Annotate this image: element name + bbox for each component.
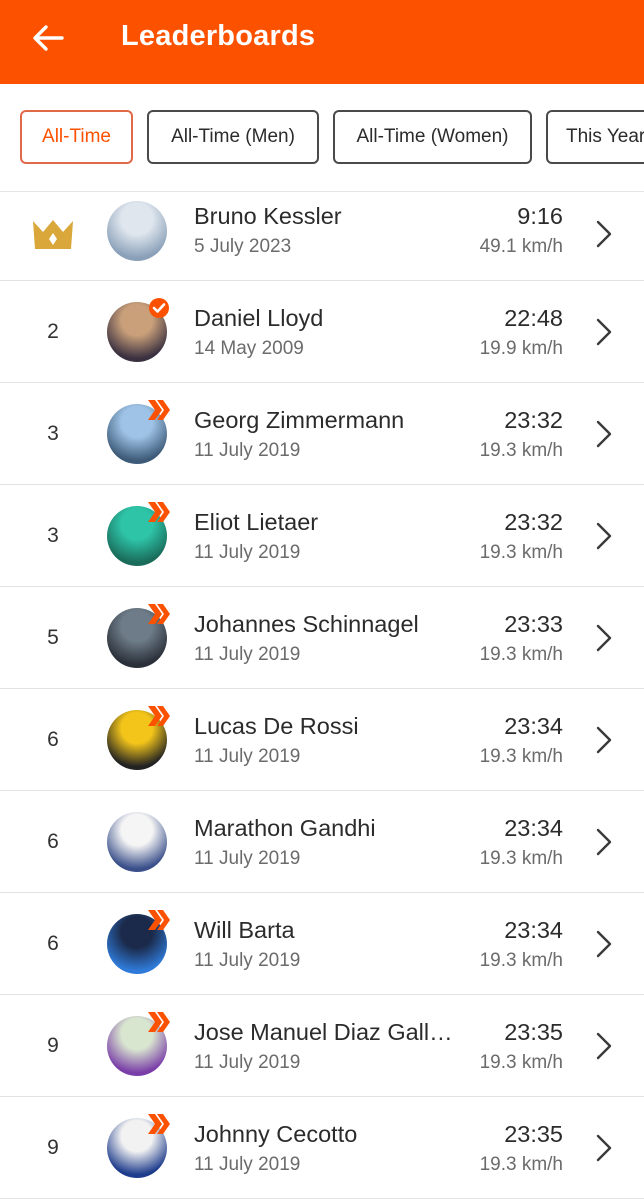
effort-time: 22:48 xyxy=(504,305,563,331)
leaderboard-list: Bruno Kessler 5 July 2023 9:16 49.1 km/h 2 Da… xyxy=(0,192,644,1199)
rank-number: 6 xyxy=(47,931,59,955)
athlete-name: Will Barta xyxy=(194,917,295,943)
subscriber-chevron-icon xyxy=(147,1011,171,1033)
leaderboard-row[interactable]: 3 Georg Zimmermann 11 July 2019 23:32 19.3 k… xyxy=(0,383,644,485)
effort-time: 23:34 xyxy=(504,917,563,943)
chevron-right-icon[interactable] xyxy=(594,521,614,551)
effort-time: 23:32 xyxy=(504,509,563,535)
effort-date: 11 July 2019 xyxy=(194,746,301,767)
athlete-name: Georg Zimmermann xyxy=(194,407,405,433)
effort-date: 11 July 2019 xyxy=(194,848,301,869)
filter-chip-all-time-men[interactable]: All-Time (Men) xyxy=(147,110,319,164)
effort-time: 23:34 xyxy=(504,713,563,739)
back-button[interactable] xyxy=(26,18,70,58)
athlete-name: Daniel Lloyd xyxy=(194,305,324,331)
rank-number: 6 xyxy=(47,829,59,853)
rank-number: 5 xyxy=(47,625,59,649)
effort-time: 9:16 xyxy=(517,203,563,229)
athlete-name: Eliot Lietaer xyxy=(194,509,319,535)
subscriber-chevron-icon xyxy=(147,501,171,523)
effort-speed: 19.3 km/h xyxy=(479,950,563,971)
athlete-name: Johnny Cecotto xyxy=(194,1121,358,1147)
subscriber-chevron-icon xyxy=(147,909,171,931)
rank-number xyxy=(20,192,86,280)
effort-time: 23:32 xyxy=(504,407,563,433)
effort-speed: 19.9 km/h xyxy=(479,338,563,359)
chevron-right-icon[interactable] xyxy=(594,317,614,347)
leaderboard-row[interactable]: 6 Will Barta 11 July 2019 23:34 19.3 km/h xyxy=(0,893,644,995)
effort-time: 23:35 xyxy=(504,1019,563,1045)
arrow-left-icon xyxy=(33,25,64,51)
rank-number: 3 xyxy=(47,523,59,547)
effort-speed: 19.3 km/h xyxy=(479,644,563,665)
effort-speed: 19.3 km/h xyxy=(479,440,563,461)
effort-time: 23:35 xyxy=(504,1121,563,1147)
effort-time: 23:33 xyxy=(504,611,563,637)
athlete-name: Lucas De Rossi xyxy=(194,713,359,739)
subscriber-chevron-icon xyxy=(147,399,171,421)
athlete-name: Johannes Schinnagel xyxy=(194,611,419,637)
rank-number: 9 xyxy=(47,1033,59,1057)
chevron-right-icon[interactable] xyxy=(594,1133,614,1163)
rank-number: 2 xyxy=(47,319,59,343)
athlete-avatar[interactable] xyxy=(107,201,167,261)
effort-date: 11 July 2019 xyxy=(194,1052,301,1073)
leaderboard-row[interactable]: 3 Eliot Lietaer 11 July 2019 23:32 19.3 km/h xyxy=(0,485,644,587)
athlete-name: Bruno Kessler xyxy=(194,203,342,229)
leaderboard-row[interactable]: 5 Johannes Schinnagel 11 July 2019 23:33 19.… xyxy=(0,587,644,689)
effort-speed: 19.3 km/h xyxy=(479,542,563,563)
chevron-right-icon[interactable] xyxy=(594,1031,614,1061)
crown-icon xyxy=(33,220,73,249)
effort-date: 11 July 2019 xyxy=(194,644,301,665)
effort-speed: 19.3 km/h xyxy=(479,1154,563,1175)
page-title: Leaderboards xyxy=(121,20,316,52)
effort-date: 11 July 2019 xyxy=(194,1154,301,1175)
effort-speed: 19.3 km/h xyxy=(479,1052,563,1073)
effort-date: 5 July 2023 xyxy=(194,236,292,257)
leaderboard-row[interactable]: 2 Daniel Lloyd 14 May 2009 22:48 19.9 km/h xyxy=(0,281,644,383)
rank-number: 9 xyxy=(47,1135,59,1159)
chevron-right-icon[interactable] xyxy=(594,725,614,755)
filter-chip-all-time-women[interactable]: All-Time (Women) xyxy=(333,110,532,164)
filter-chip-this-year[interactable]: This Year xyxy=(546,110,644,164)
leaderboard-row[interactable]: 9 Jose Manuel Diaz Gallego 11 July 2019 23:… xyxy=(0,995,644,1097)
subscriber-chevron-icon xyxy=(147,1113,171,1135)
app-bar: Leaderboards xyxy=(0,0,644,84)
effort-date: 14 May 2009 xyxy=(194,338,304,359)
chevron-right-icon[interactable] xyxy=(594,827,614,857)
subscriber-chevron-icon xyxy=(147,603,171,625)
effort-time: 23:34 xyxy=(504,815,563,841)
subscriber-chevron-icon xyxy=(147,705,171,727)
leaderboard-row[interactable]: Bruno Kessler 5 July 2023 9:16 49.1 km/h xyxy=(0,192,644,281)
chevron-right-icon[interactable] xyxy=(594,623,614,653)
leaderboard-row[interactable]: 6 Marathon Gandhi 11 July 2019 23:34 19.3 km… xyxy=(0,791,644,893)
filter-chip-all-time[interactable]: All-Time xyxy=(20,110,133,164)
effort-date: 11 July 2019 xyxy=(194,440,301,461)
chevron-right-icon[interactable] xyxy=(594,219,614,249)
effort-speed: 19.3 km/h xyxy=(479,746,563,767)
filter-chip-bar[interactable]: All-Time All-Time (Men) All-Time (Women)… xyxy=(0,84,644,192)
leaderboard-row[interactable]: 6 Lucas De Rossi 11 July 2019 23:34 19.3 km/… xyxy=(0,689,644,791)
verified-check-icon xyxy=(147,297,171,319)
effort-speed: 49.1 km/h xyxy=(479,236,563,257)
effort-speed: 19.3 km/h xyxy=(479,848,563,869)
rank-number: 6 xyxy=(47,727,59,751)
leaderboard-row[interactable]: 9 Johnny Cecotto 11 July 2019 23:35 19.3 km/… xyxy=(0,1097,644,1199)
chevron-right-icon[interactable] xyxy=(594,929,614,959)
effort-date: 11 July 2019 xyxy=(194,950,301,971)
athlete-avatar[interactable] xyxy=(107,812,167,872)
rank-number: 3 xyxy=(47,421,59,445)
effort-date: 11 July 2019 xyxy=(194,542,301,563)
athlete-name: Marathon Gandhi xyxy=(194,815,376,841)
chevron-right-icon[interactable] xyxy=(594,419,614,449)
athlete-name: Jose Manuel Diaz Gallego xyxy=(194,1019,464,1045)
